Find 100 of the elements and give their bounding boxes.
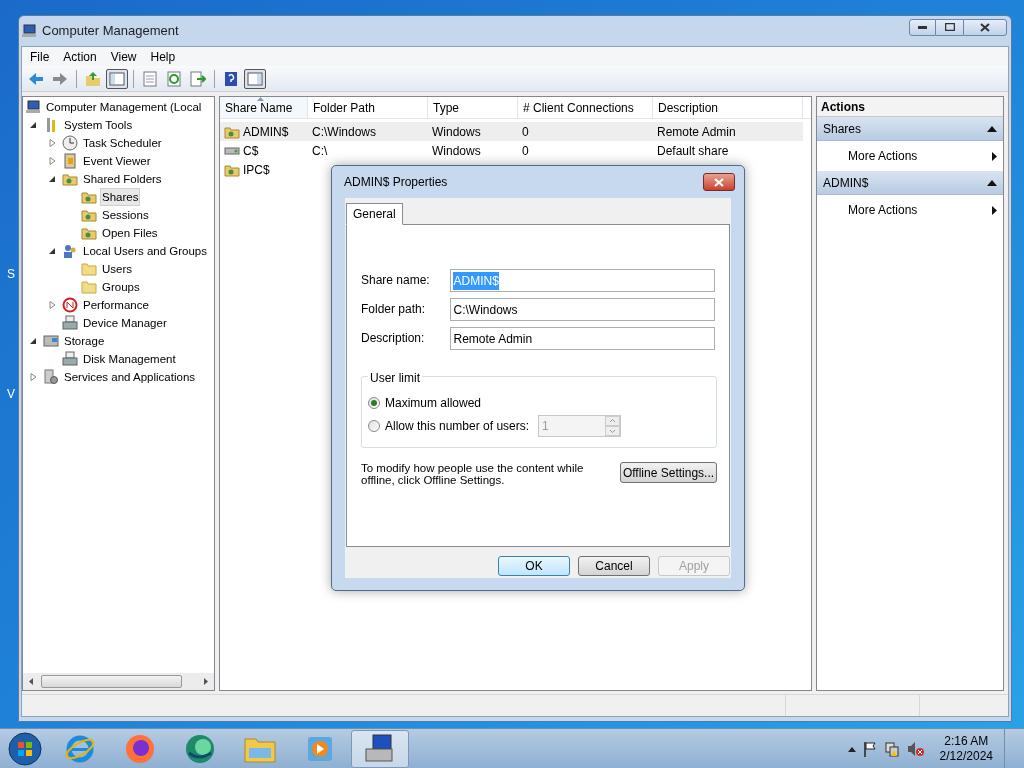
close-button[interactable] — [703, 173, 735, 191]
offline-settings-button[interactable]: Offline Settings... — [620, 462, 717, 483]
clock-date[interactable]: 2/12/2024 — [939, 748, 993, 764]
tree-item[interactable]: Groups — [100, 278, 142, 296]
clock-time[interactable]: 2:16 AM — [944, 733, 989, 749]
action-item[interactable]: More Actions — [817, 195, 1003, 225]
menu-item[interactable]: View — [104, 47, 143, 66]
computer-icon — [21, 23, 37, 39]
action-pane-icon — [247, 70, 263, 87]
table-row[interactable]: C$ C:\ Windows 0 Default share — [220, 141, 803, 160]
toolbar-button[interactable] — [106, 68, 128, 89]
menu-item[interactable]: Action — [57, 47, 103, 66]
minimize-button[interactable] — [909, 18, 936, 36]
dialog-button[interactable]: OK — [498, 556, 570, 576]
expand-icon[interactable] — [49, 157, 56, 165]
tree-item[interactable]: Open Files — [100, 224, 160, 242]
start-orb-icon — [7, 730, 43, 767]
shared-folder-icon — [81, 225, 97, 241]
network-icon[interactable] — [883, 740, 900, 757]
table-row[interactable]: ADMIN$ C:\Windows Windows 0 Remote Admin — [220, 122, 803, 141]
scrollbar-thumb[interactable] — [41, 675, 182, 688]
desktop-icon-label: V — [7, 386, 15, 403]
column-header[interactable]: # Client Connections — [518, 97, 653, 118]
tree-item[interactable]: Shared Folders — [81, 170, 164, 188]
collapse-icon[interactable] — [49, 247, 56, 255]
tree-item[interactable]: Sessions — [100, 206, 151, 224]
tree-item[interactable]: Shares — [100, 188, 141, 206]
printer-icon — [62, 315, 78, 331]
minimize-icon — [918, 25, 927, 29]
tree-item[interactable]: Users — [100, 260, 135, 278]
input-field[interactable]: Remote Admin — [450, 327, 715, 350]
column-header[interactable]: Folder Path — [308, 97, 428, 118]
table-cell-text: 0 — [522, 142, 529, 160]
horizontal-scrollbar[interactable] — [23, 673, 214, 690]
input-field[interactable]: C:\Windows — [450, 298, 715, 321]
table-cell-text: C:\ — [312, 142, 328, 160]
dialog-button[interactable]: Cancel — [578, 556, 650, 576]
clock-icon — [62, 135, 78, 151]
collapse-icon[interactable] — [30, 121, 37, 129]
volume-muted-icon[interactable] — [906, 740, 925, 757]
menu-item[interactable]: File — [24, 47, 56, 66]
column-header[interactable]: Type — [428, 97, 518, 118]
close-icon — [714, 177, 724, 187]
help-icon — [223, 70, 239, 87]
toolbar-button[interactable] — [244, 68, 266, 89]
tree-item[interactable]: Services and Applications — [62, 368, 198, 386]
tree-item[interactable]: Device Manager — [81, 314, 169, 332]
taskbar-button[interactable] — [351, 729, 409, 768]
expand-icon[interactable] — [49, 301, 56, 309]
close-icon — [980, 22, 990, 32]
maximize-button[interactable] — [936, 18, 963, 36]
export-list-icon — [190, 70, 206, 87]
tree-item[interactable]: Event Viewer — [81, 152, 153, 170]
shared-folder-icon — [81, 189, 97, 205]
tab[interactable]: General — [346, 203, 403, 225]
expand-icon[interactable] — [30, 373, 37, 381]
table-cell-text: Windows — [432, 123, 481, 141]
sort-arrow-icon — [257, 97, 264, 101]
column-header[interactable]: Share Name — [220, 97, 308, 118]
expand-icon[interactable] — [49, 139, 56, 147]
tree-item[interactable]: Computer Management (Local — [44, 98, 204, 116]
column-header[interactable]: Description — [653, 97, 803, 118]
collapse-icon[interactable] — [30, 337, 37, 345]
tree-pane-icon — [109, 70, 125, 87]
tree-item[interactable]: Performance — [81, 296, 151, 314]
drive-icon — [43, 333, 59, 349]
submenu-arrow-icon — [992, 151, 997, 161]
field-label: Folder path: — [361, 301, 427, 318]
forward-arrow-icon — [52, 70, 68, 87]
shared-folder-icon — [81, 207, 97, 223]
tree-item[interactable]: Local Users and Groups — [81, 242, 209, 260]
action-item[interactable]: More Actions — [817, 141, 1003, 171]
collapse-icon[interactable] — [987, 125, 997, 132]
tree-item[interactable]: System Tools — [62, 116, 135, 134]
action-section-header[interactable]: Shares — [817, 117, 1003, 141]
table-cell-text: Remote Admin — [657, 123, 736, 141]
submenu-arrow-icon — [992, 205, 997, 215]
table-cell-text: C$ — [243, 142, 259, 160]
radio-button[interactable] — [368, 396, 380, 409]
radio-label: Maximum allowed — [385, 394, 483, 412]
collapse-icon[interactable] — [987, 179, 997, 186]
action-section-header[interactable]: ADMIN$ — [817, 171, 1003, 195]
folder-icon — [81, 279, 97, 295]
menu-item[interactable]: Help — [144, 47, 182, 66]
printer-icon — [62, 351, 78, 367]
flag-icon[interactable] — [862, 740, 877, 757]
collapse-icon[interactable] — [49, 175, 56, 183]
tree-item[interactable]: Storage — [62, 332, 107, 350]
actions-header: Actions — [817, 97, 1003, 117]
radio-button[interactable] — [368, 419, 380, 432]
refresh-icon — [166, 70, 182, 87]
table-cell-text: ADMIN$ — [243, 123, 289, 141]
show-hidden-icons[interactable] — [847, 745, 856, 752]
close-button[interactable] — [963, 18, 1007, 36]
tree-item[interactable]: Disk Management — [81, 350, 178, 368]
notebook-icon — [62, 153, 78, 169]
tree-item[interactable]: Task Scheduler — [81, 134, 164, 152]
table-cell-text: IPC$ — [243, 161, 270, 179]
desktop-icon-label: S — [7, 266, 15, 283]
toolbar-button[interactable] — [187, 68, 209, 89]
